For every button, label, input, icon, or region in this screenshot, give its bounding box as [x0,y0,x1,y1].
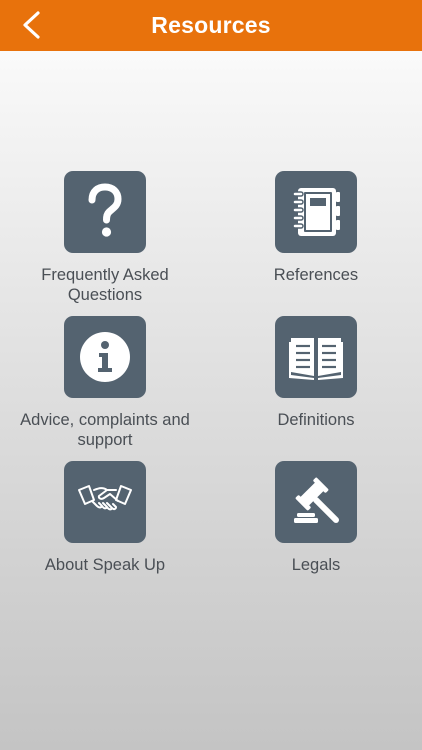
tile-label: Advice, complaints and support [20,411,190,449]
tile-references[interactable]: References [216,171,416,285]
tile-label: About Speak Up [44,556,166,574]
tile-icon-box[interactable] [275,171,357,253]
tile-definitions[interactable]: Definitions [216,316,416,430]
tile-legals[interactable]: Legals [216,461,416,575]
tile-label: Definitions [277,411,355,429]
tile-icon-box[interactable] [64,316,146,398]
app-header: Resources [0,0,422,51]
tile-advice-complaints-support[interactable]: Advice, complaints and support [5,316,205,450]
tile-label: References [273,266,359,284]
tile-label: Frequently Asked Questions [41,266,169,304]
open-book-icon [289,338,343,380]
chevron-left-icon [23,11,40,39]
tile-icon-box[interactable] [64,171,146,253]
info-icon [80,332,130,382]
tile-label: Legals [291,556,341,574]
handshake-icon [78,485,132,511]
tile-faq[interactable]: Frequently Asked Questions [5,171,205,305]
tile-icon-box[interactable] [275,316,357,398]
tile-icon-box[interactable] [64,461,146,543]
page-title: Resources [151,12,271,38]
question-mark-icon [88,183,122,237]
tile-about-speak-up[interactable]: About Speak Up [5,461,205,575]
gavel-icon [294,477,339,523]
notebook-icon [292,188,340,236]
back-button[interactable] [14,7,50,43]
tile-icon-box[interactable] [275,461,357,543]
